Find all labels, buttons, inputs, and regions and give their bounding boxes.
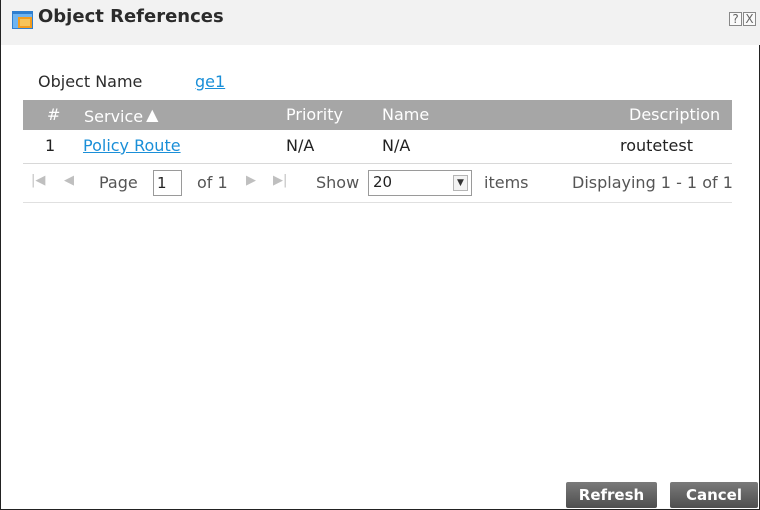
- row-priority: N/A: [286, 136, 315, 155]
- show-label: Show: [316, 173, 360, 192]
- previous-page-icon[interactable]: ◀: [64, 173, 74, 188]
- display-status: Displaying 1 - 1 of 1: [572, 173, 733, 192]
- column-header-service-label: Service: [84, 107, 144, 126]
- items-per-page-select[interactable]: 20 ▼: [368, 170, 472, 196]
- references-grid: # Service ▲ Priority Name Description 1 P…: [23, 100, 733, 505]
- close-icon[interactable]: X: [743, 12, 756, 26]
- page-label: Page: [99, 173, 138, 192]
- title-bar: Object References ? X: [1, 0, 760, 45]
- object-references-dialog: Object References ? X Object Name ge1 # …: [0, 0, 760, 510]
- last-page-icon[interactable]: ▶|: [273, 173, 287, 188]
- grid-header: # Service ▲ Priority Name Description: [23, 100, 732, 130]
- row-name: N/A: [382, 136, 411, 155]
- column-header-name[interactable]: Name: [382, 105, 429, 124]
- first-page-icon[interactable]: |◀: [31, 173, 45, 188]
- table-row[interactable]: 1 Policy Route N/A N/A routetest: [23, 130, 732, 160]
- row-description: routetest: [620, 136, 693, 155]
- page-number-input[interactable]: 1: [153, 170, 182, 196]
- dialog-title: Object References: [38, 6, 224, 27]
- next-page-icon[interactable]: ▶: [246, 173, 256, 188]
- object-references-icon: [12, 11, 33, 29]
- items-label: items: [484, 173, 529, 192]
- column-header-service[interactable]: Service ▲: [84, 105, 158, 126]
- row-index: 1: [45, 136, 56, 155]
- row-service-link[interactable]: Policy Route: [83, 136, 181, 155]
- object-name-label: Object Name: [38, 72, 143, 91]
- chevron-down-icon[interactable]: ▼: [453, 175, 468, 191]
- column-header-index[interactable]: #: [47, 105, 60, 124]
- refresh-button[interactable]: Refresh: [566, 482, 657, 508]
- pager: |◀ ◀ Page 1 of 1 ▶ ▶| Show 20 ▼ items Di…: [23, 163, 733, 203]
- page-count-label: of 1: [197, 173, 228, 192]
- cancel-button[interactable]: Cancel: [670, 482, 758, 508]
- object-name-value[interactable]: ge1: [195, 72, 225, 91]
- items-per-page-value: 20: [373, 173, 393, 191]
- column-header-description[interactable]: Description: [629, 105, 720, 124]
- sort-ascending-icon: ▲: [146, 105, 159, 124]
- help-icon[interactable]: ?: [729, 12, 742, 26]
- column-header-priority[interactable]: Priority: [286, 105, 343, 124]
